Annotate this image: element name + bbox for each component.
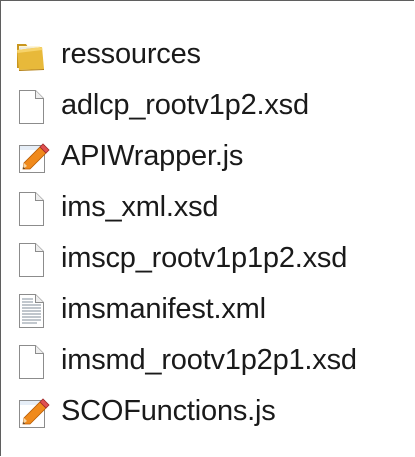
file-name: adlcp_rootv1p2.xsd xyxy=(61,89,309,121)
file-name: APIWrapper.js xyxy=(61,140,244,172)
file-name: imsmanifest.xml xyxy=(61,293,266,325)
blank-file-icon xyxy=(19,89,44,124)
list-item-apiwrapper-js[interactable]: APIWrapper.js xyxy=(11,131,357,182)
file-name: imscp_rootv1p1p2.xsd xyxy=(61,242,348,274)
list-item-ressources[interactable]: ressources xyxy=(11,29,357,80)
file-name: SCOFunctions.js xyxy=(61,395,276,427)
list-item-ims-xml-xsd[interactable]: ims_xml.xsd xyxy=(11,182,357,233)
file-name: ressources xyxy=(61,38,201,70)
blank-file-icon xyxy=(19,191,44,226)
list-item-scofunctions-js[interactable]: SCOFunctions.js xyxy=(11,386,357,437)
folder-icon xyxy=(17,43,44,71)
file-name: ims_xml.xsd xyxy=(61,191,219,223)
list-item-adlcp-rootv1p2[interactable]: adlcp_rootv1p2.xsd xyxy=(11,80,357,131)
file-name: imsmd_rootv1p2p1.xsd xyxy=(61,344,357,376)
list-item-imsmd-rootv1p2p1[interactable]: imsmd_rootv1p2p1.xsd xyxy=(11,335,357,386)
script-file-icon xyxy=(19,397,50,428)
script-file-icon xyxy=(19,142,50,173)
list-item-imscp-rootv1p1p2[interactable]: imscp_rootv1p1p2.xsd xyxy=(11,233,357,284)
file-list: ressources adlcp_rootv1p2.xsd APIWrapper… xyxy=(11,29,357,437)
blank-file-icon xyxy=(19,242,44,277)
list-item-imsmanifest-xml[interactable]: imsmanifest.xml xyxy=(11,284,357,335)
text-file-icon xyxy=(19,293,44,328)
blank-file-icon xyxy=(19,344,44,379)
file-list-pane: ressources adlcp_rootv1p2.xsd APIWrapper… xyxy=(0,0,414,456)
